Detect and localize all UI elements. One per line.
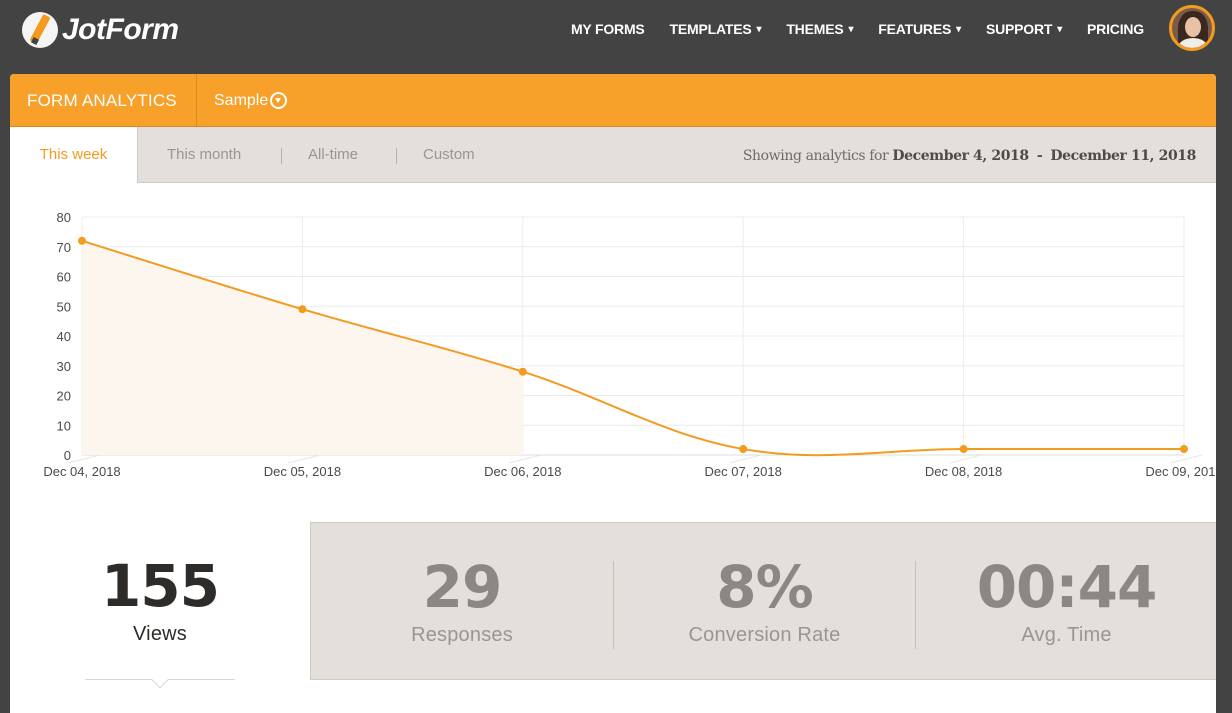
avg-time-label: Avg. Time — [1021, 624, 1112, 646]
form-selector[interactable]: Sample — [214, 74, 288, 127]
conversion-stat-card[interactable]: 8% Conversion Rate — [614, 523, 915, 681]
nav-my-forms[interactable]: MY FORMS — [571, 18, 645, 40]
page-title: FORM ANALYTICS — [27, 91, 177, 110]
nav-pricing[interactable]: PRICING — [1087, 18, 1144, 40]
top-navbar: JotForm MY FORMS TEMPLATES ▾ THEMES ▾ FEAT… — [0, 0, 1232, 73]
nav-support[interactable]: SUPPORT ▾ — [986, 18, 1062, 40]
logo-text: JotForm — [62, 13, 179, 46]
y-tick-label: 70 — [57, 240, 71, 255]
views-value: 155 — [100, 552, 220, 620]
y-tick-label: 30 — [57, 359, 71, 374]
tab-divider — [281, 148, 282, 164]
x-tick-label: Dec 09, 2018 — [1145, 464, 1216, 479]
tab-this-month[interactable]: This month — [167, 127, 241, 183]
chevron-down-icon: ▾ — [756, 23, 762, 35]
form-selector-label: Sample — [214, 91, 269, 109]
nav-templates[interactable]: TEMPLATES ▾ — [670, 18, 762, 40]
avg-time-stat-card[interactable]: 00:44 Avg. Time — [916, 523, 1216, 681]
y-tick-label: 80 — [57, 210, 71, 225]
tab-divider — [396, 148, 397, 164]
nav-themes-label: THEMES — [786, 21, 844, 37]
x-tick-mark — [508, 454, 541, 464]
y-tick-label: 0 — [64, 448, 71, 463]
x-tick-mark — [67, 454, 101, 464]
chevron-down-icon: ▾ — [1057, 23, 1063, 35]
user-avatar[interactable] — [1169, 5, 1215, 51]
tab-this-week[interactable]: This week — [10, 127, 138, 183]
range-prefix: Showing analytics for — [742, 148, 889, 164]
stats-row: 155 Views 29 Responses 8% Conversion Rat… — [10, 522, 1216, 689]
avg-time-value: 00:44 — [976, 553, 1158, 621]
x-tick-label: Dec 08, 2018 — [925, 464, 1002, 479]
views-stat: 155 Views — [10, 522, 310, 680]
y-tick-label: 20 — [57, 389, 71, 404]
x-tick-label: Dec 04, 2018 — [43, 464, 120, 479]
nav-pricing-label: PRICING — [1087, 21, 1144, 37]
pencil-logo-icon — [22, 12, 58, 48]
x-tick-label: Dec 07, 2018 — [705, 464, 782, 479]
nav-themes[interactable]: THEMES ▾ — [786, 18, 853, 40]
data-point — [959, 445, 968, 454]
y-tick-label: 10 — [57, 418, 71, 433]
data-point — [78, 236, 86, 245]
tab-all-time[interactable]: All-time — [308, 127, 358, 183]
x-tick-label: Dec 05, 2018 — [264, 464, 341, 479]
nav-features[interactable]: FEATURES ▾ — [878, 18, 961, 40]
chart-svg: 0 10 20 30 40 50 60 70 80 Dec 04, 2018 Dec 05, 201… — [43, 210, 1216, 479]
chevron-down-icon: ▾ — [956, 23, 961, 35]
range-end: December 11, 2018 — [1050, 148, 1196, 164]
tab-custom[interactable]: Custom — [423, 127, 475, 183]
x-tick-label: Dec 06, 2018 — [484, 464, 561, 479]
conversion-label: Conversion Rate — [688, 624, 841, 646]
analytics-panel: FORM ANALYTICS Sample This week This mon… — [10, 74, 1216, 713]
y-tick-label: 40 — [57, 329, 71, 344]
x-tick-mark — [949, 454, 982, 464]
range-start: December 4, 2018 — [892, 148, 1029, 164]
nav-support-label: SUPPORT — [985, 21, 1053, 37]
chevron-down-icon: ▾ — [848, 23, 854, 35]
x-tick-mark — [1169, 454, 1203, 464]
header-divider — [196, 74, 197, 127]
views-stat-card[interactable]: 155 Views — [10, 522, 310, 689]
data-point — [518, 367, 527, 376]
analytics-header: FORM ANALYTICS Sample — [10, 74, 1216, 127]
circle-chevron-down-icon — [270, 92, 288, 109]
main-nav: MY FORMS TEMPLATES ▾ THEMES ▾ FEATURES ▾ SU… — [546, 18, 1144, 40]
date-range-tabs: This week This month All-time Custom Sho… — [10, 127, 1216, 183]
responses-value: 29 — [422, 553, 503, 621]
responses-label: Responses — [411, 624, 513, 646]
date-range-text: Showing analytics for December 4, 2018 -… — [742, 127, 1197, 183]
responses-stat-card[interactable]: 29 Responses — [311, 523, 613, 681]
nav-features-label: FEATURES — [878, 21, 952, 37]
nav-templates-label: TEMPLATES — [669, 21, 752, 37]
stats-grey-area: 29 Responses 8% Conversion Rate 00:44 Av… — [310, 522, 1216, 680]
data-point — [739, 445, 748, 454]
x-tick-mark — [288, 454, 321, 464]
range-separator: - — [1036, 148, 1043, 164]
views-label: Views — [133, 623, 187, 645]
y-tick-label: 60 — [57, 270, 71, 285]
data-point — [298, 305, 307, 314]
jotform-logo[interactable]: JotForm — [22, 11, 179, 49]
x-tick-mark — [729, 454, 762, 464]
nav-my-forms-label: MY FORMS — [570, 21, 645, 37]
views-chart: 0 10 20 30 40 50 60 70 80 Dec 04, 2018 Dec 05, 201… — [10, 184, 1216, 484]
y-tick-label: 50 — [57, 299, 71, 314]
conversion-value: 8% — [716, 553, 813, 621]
data-point — [1180, 445, 1188, 454]
